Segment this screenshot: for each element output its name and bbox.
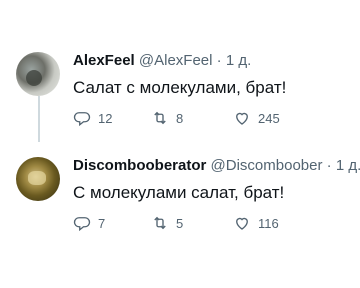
tweet-text: Салат с молекулами, брат!	[73, 78, 287, 97]
timestamp[interactable]: 1 д.	[336, 157, 360, 174]
handle[interactable]: @Discomboober	[211, 157, 323, 174]
separator: ·	[326, 157, 332, 174]
tweet-header: AlexFeel @AlexFeel · 1 д.	[73, 52, 251, 70]
retweet-count: 8	[176, 110, 184, 126]
separator: ·	[216, 52, 222, 69]
reply-count: 12	[98, 110, 113, 126]
like-count: 245	[258, 110, 280, 126]
reply-button[interactable]: 7	[73, 213, 105, 233]
thread-connector	[38, 96, 40, 142]
display-name[interactable]: Discombooberator	[73, 157, 206, 174]
avatar[interactable]	[16, 52, 60, 96]
tweet-text: С молекулами салат, брат!	[73, 183, 285, 202]
tweet-header: Discombooberator @Discomboober · 1 д.	[73, 157, 360, 175]
reply-button[interactable]: 12	[73, 108, 112, 128]
heart-icon	[236, 112, 248, 125]
display-name[interactable]: AlexFeel	[73, 52, 135, 69]
reply-icon	[73, 112, 91, 127]
timestamp[interactable]: 1 д.	[226, 52, 251, 69]
like-button[interactable]: 116	[233, 213, 279, 233]
like-count: 116	[258, 215, 279, 231]
reply-icon	[73, 217, 91, 232]
retweet-count: 5	[176, 215, 184, 231]
retweet-button[interactable]: 5	[151, 213, 183, 233]
heart-icon	[236, 217, 248, 230]
tweet-actions: 7 5 116	[73, 213, 333, 233]
handle[interactable]: @AlexFeel	[139, 52, 213, 69]
retweet-button[interactable]: 8	[151, 108, 183, 128]
retweet-icon	[154, 216, 166, 230]
reply-count: 7	[98, 215, 106, 231]
tweet-actions: 12 8 245	[73, 108, 333, 128]
avatar[interactable]	[16, 157, 60, 201]
retweet-icon	[154, 111, 166, 125]
like-button[interactable]: 245	[233, 108, 280, 128]
